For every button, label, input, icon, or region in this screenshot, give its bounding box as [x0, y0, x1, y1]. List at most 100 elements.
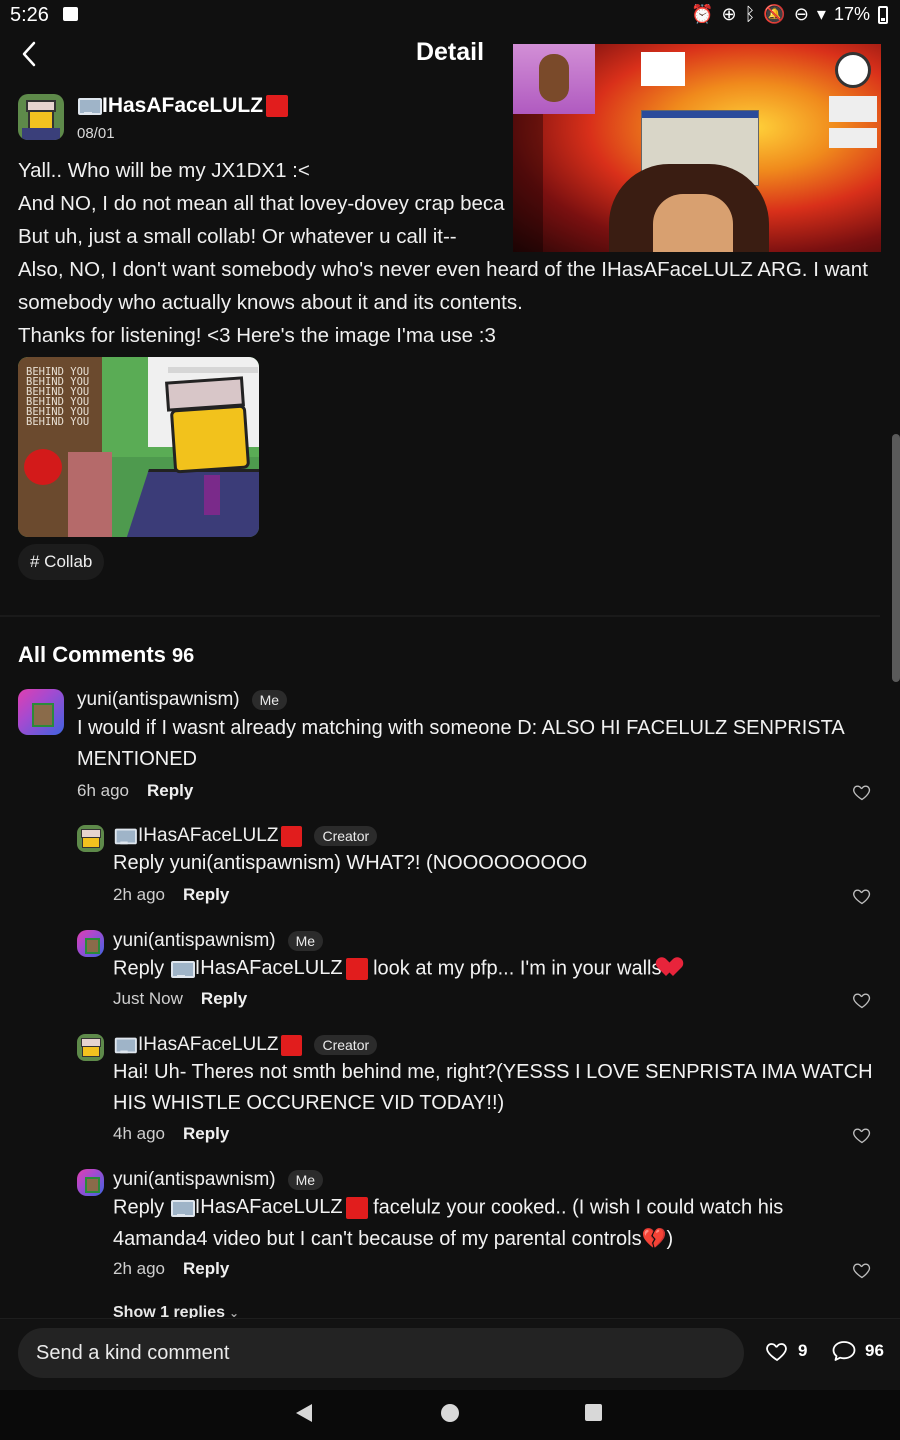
- battery-percent: 17%: [833, 4, 870, 24]
- comment-count: 96: [865, 1341, 884, 1360]
- comment-username[interactable]: yuni(antispawnism) Me: [113, 930, 324, 952]
- comment-meta: 4h ago Reply: [113, 1124, 229, 1144]
- comment-text: Reply IHasAFaceLULZ facelulz your cooked…: [113, 1192, 813, 1255]
- red-square-icon: [281, 825, 303, 847]
- red-face: [24, 449, 62, 485]
- author-avatar[interactable]: [18, 94, 64, 140]
- alarm-icon: ⏰: [691, 4, 714, 24]
- heart-icon[interactable]: [852, 1125, 872, 1145]
- yellow-face: [169, 404, 251, 474]
- computer-icon: [77, 97, 102, 115]
- comment-bar: Send a kind comment 9 96: [0, 1318, 900, 1390]
- status-time: 5:26: [10, 4, 49, 26]
- comment-text: Reply yuni(antispawnism) WHAT?! (NOOOOOO…: [113, 852, 588, 874]
- comment-text: Hai! Uh- Theres not smth behind me, righ…: [113, 1061, 873, 1114]
- avatar[interactable]: [77, 825, 104, 852]
- like-count: 9: [798, 1341, 808, 1360]
- reply-button[interactable]: Reply: [183, 885, 229, 905]
- nav-recents-icon[interactable]: [585, 1404, 602, 1421]
- reply-button[interactable]: Reply: [147, 781, 193, 801]
- comment-meta: 2h ago Reply: [113, 1259, 229, 1279]
- comment-time: Just Now: [113, 989, 183, 1008]
- comments-heading: All Comments 96: [18, 642, 195, 667]
- like-button[interactable]: 9: [764, 1339, 807, 1363]
- avatar[interactable]: [18, 689, 64, 735]
- computer-icon: [170, 960, 195, 978]
- me-badge: Me: [287, 1170, 324, 1190]
- computer-icon: [114, 1037, 137, 1054]
- comment-time: 2h ago: [113, 885, 165, 904]
- comments-count: 96: [172, 645, 195, 667]
- bell-off-icon: 🔕: [763, 4, 786, 24]
- creator-badge: Creator: [314, 1035, 378, 1055]
- system-nav-bar: [0, 1390, 900, 1440]
- pip-side-panel-2: [829, 128, 877, 148]
- status-icons: ⏰ ⊕ ᛒ 🔕 ⊖ ▾ 17%: [691, 4, 888, 25]
- comment-count-button[interactable]: 96: [831, 1339, 884, 1363]
- heart-icon[interactable]: [852, 886, 872, 906]
- red-square-icon: [281, 1034, 303, 1056]
- heart-icon[interactable]: [852, 1260, 872, 1280]
- divider: [0, 615, 880, 617]
- heart-icon[interactable]: [852, 990, 872, 1010]
- avatar[interactable]: [77, 1034, 104, 1061]
- heart-icon[interactable]: [852, 782, 872, 802]
- battery-icon: [878, 5, 888, 24]
- comment-meta: Just Now Reply: [113, 989, 247, 1009]
- pip-clock-icon: [835, 52, 871, 88]
- comment-time: 6h ago: [77, 781, 129, 800]
- post-image[interactable]: BEHIND YOU BEHIND YOU BEHIND YOU BEHIND …: [18, 357, 259, 537]
- post-line: Thanks for listening! <3 Here's the imag…: [18, 324, 496, 347]
- post-date: 08/01: [77, 125, 115, 142]
- wifi-icon: ▾: [816, 4, 826, 24]
- pip-figure-hands: [653, 194, 733, 252]
- author-name-text: IHasAFaceLULZ: [102, 94, 264, 117]
- computer-icon: [114, 828, 137, 845]
- comment-username[interactable]: IHasAFaceLULZ Creator: [113, 1034, 378, 1056]
- me-badge: Me: [287, 931, 324, 951]
- post-line: Also, NO, I don't want somebody who's ne…: [18, 258, 868, 314]
- nav-home-icon[interactable]: [441, 1404, 459, 1422]
- broken-heart-icon: 💔: [641, 1227, 667, 1250]
- pip-desktop-icons: [513, 114, 543, 252]
- red-square-icon: [266, 95, 289, 117]
- red-square-icon: [345, 957, 368, 980]
- pip-side-panel: [829, 96, 877, 122]
- comment-username[interactable]: IHasAFaceLULZ Creator: [113, 825, 378, 847]
- mention-link[interactable]: IHasAFaceLULZ: [170, 953, 368, 984]
- bluetooth-icon: ᛒ: [744, 4, 756, 24]
- comment-meta: 2h ago Reply: [113, 885, 229, 905]
- reply-button[interactable]: Reply: [183, 1124, 229, 1144]
- comment-username[interactable]: yuni(antispawnism) Me: [77, 689, 288, 711]
- floating-video-overlay[interactable]: [513, 44, 881, 252]
- author-name[interactable]: IHasAFaceLULZ: [77, 94, 289, 118]
- mention-link[interactable]: IHasAFaceLULZ: [170, 1192, 368, 1223]
- comment-input[interactable]: Send a kind comment: [18, 1328, 744, 1378]
- red-square-icon: [345, 1196, 368, 1219]
- dnd-icon: ⊖: [793, 4, 809, 24]
- nav-back-icon[interactable]: [296, 1404, 312, 1422]
- sync-icon: ⊕: [721, 4, 737, 24]
- reply-button[interactable]: Reply: [183, 1259, 229, 1279]
- comment-text: Reply IHasAFaceLULZ look at my pfp... I'…: [113, 953, 873, 985]
- comment-meta: 6h ago Reply: [77, 781, 193, 801]
- me-badge: Me: [251, 690, 288, 710]
- status-bar: 5:26 ⏰ ⊕ ᛒ 🔕 ⊖ ▾ 17%: [0, 0, 900, 30]
- comment-bubble-icon: [832, 1341, 856, 1361]
- reply-button[interactable]: Reply: [201, 989, 247, 1009]
- scrollbar[interactable]: [892, 434, 900, 682]
- gallery-icon: [63, 7, 78, 21]
- comment-time: 2h ago: [113, 1259, 165, 1278]
- red-heart-icon: [661, 958, 683, 978]
- tag-collab[interactable]: # Collab: [18, 544, 105, 580]
- comment-text: I would if I wasnt already matching with…: [77, 717, 844, 770]
- creator-badge: Creator: [314, 826, 378, 846]
- pip-webcam: [513, 44, 595, 114]
- heart-icon: [766, 1343, 787, 1362]
- comment-time: 4h ago: [113, 1124, 165, 1143]
- post-image-text: BEHIND YOU BEHIND YOU BEHIND YOU BEHIND …: [26, 366, 90, 428]
- avatar[interactable]: [77, 930, 104, 957]
- pip-note: [641, 52, 685, 86]
- avatar[interactable]: [77, 1169, 104, 1196]
- comment-username[interactable]: yuni(antispawnism) Me: [113, 1169, 324, 1191]
